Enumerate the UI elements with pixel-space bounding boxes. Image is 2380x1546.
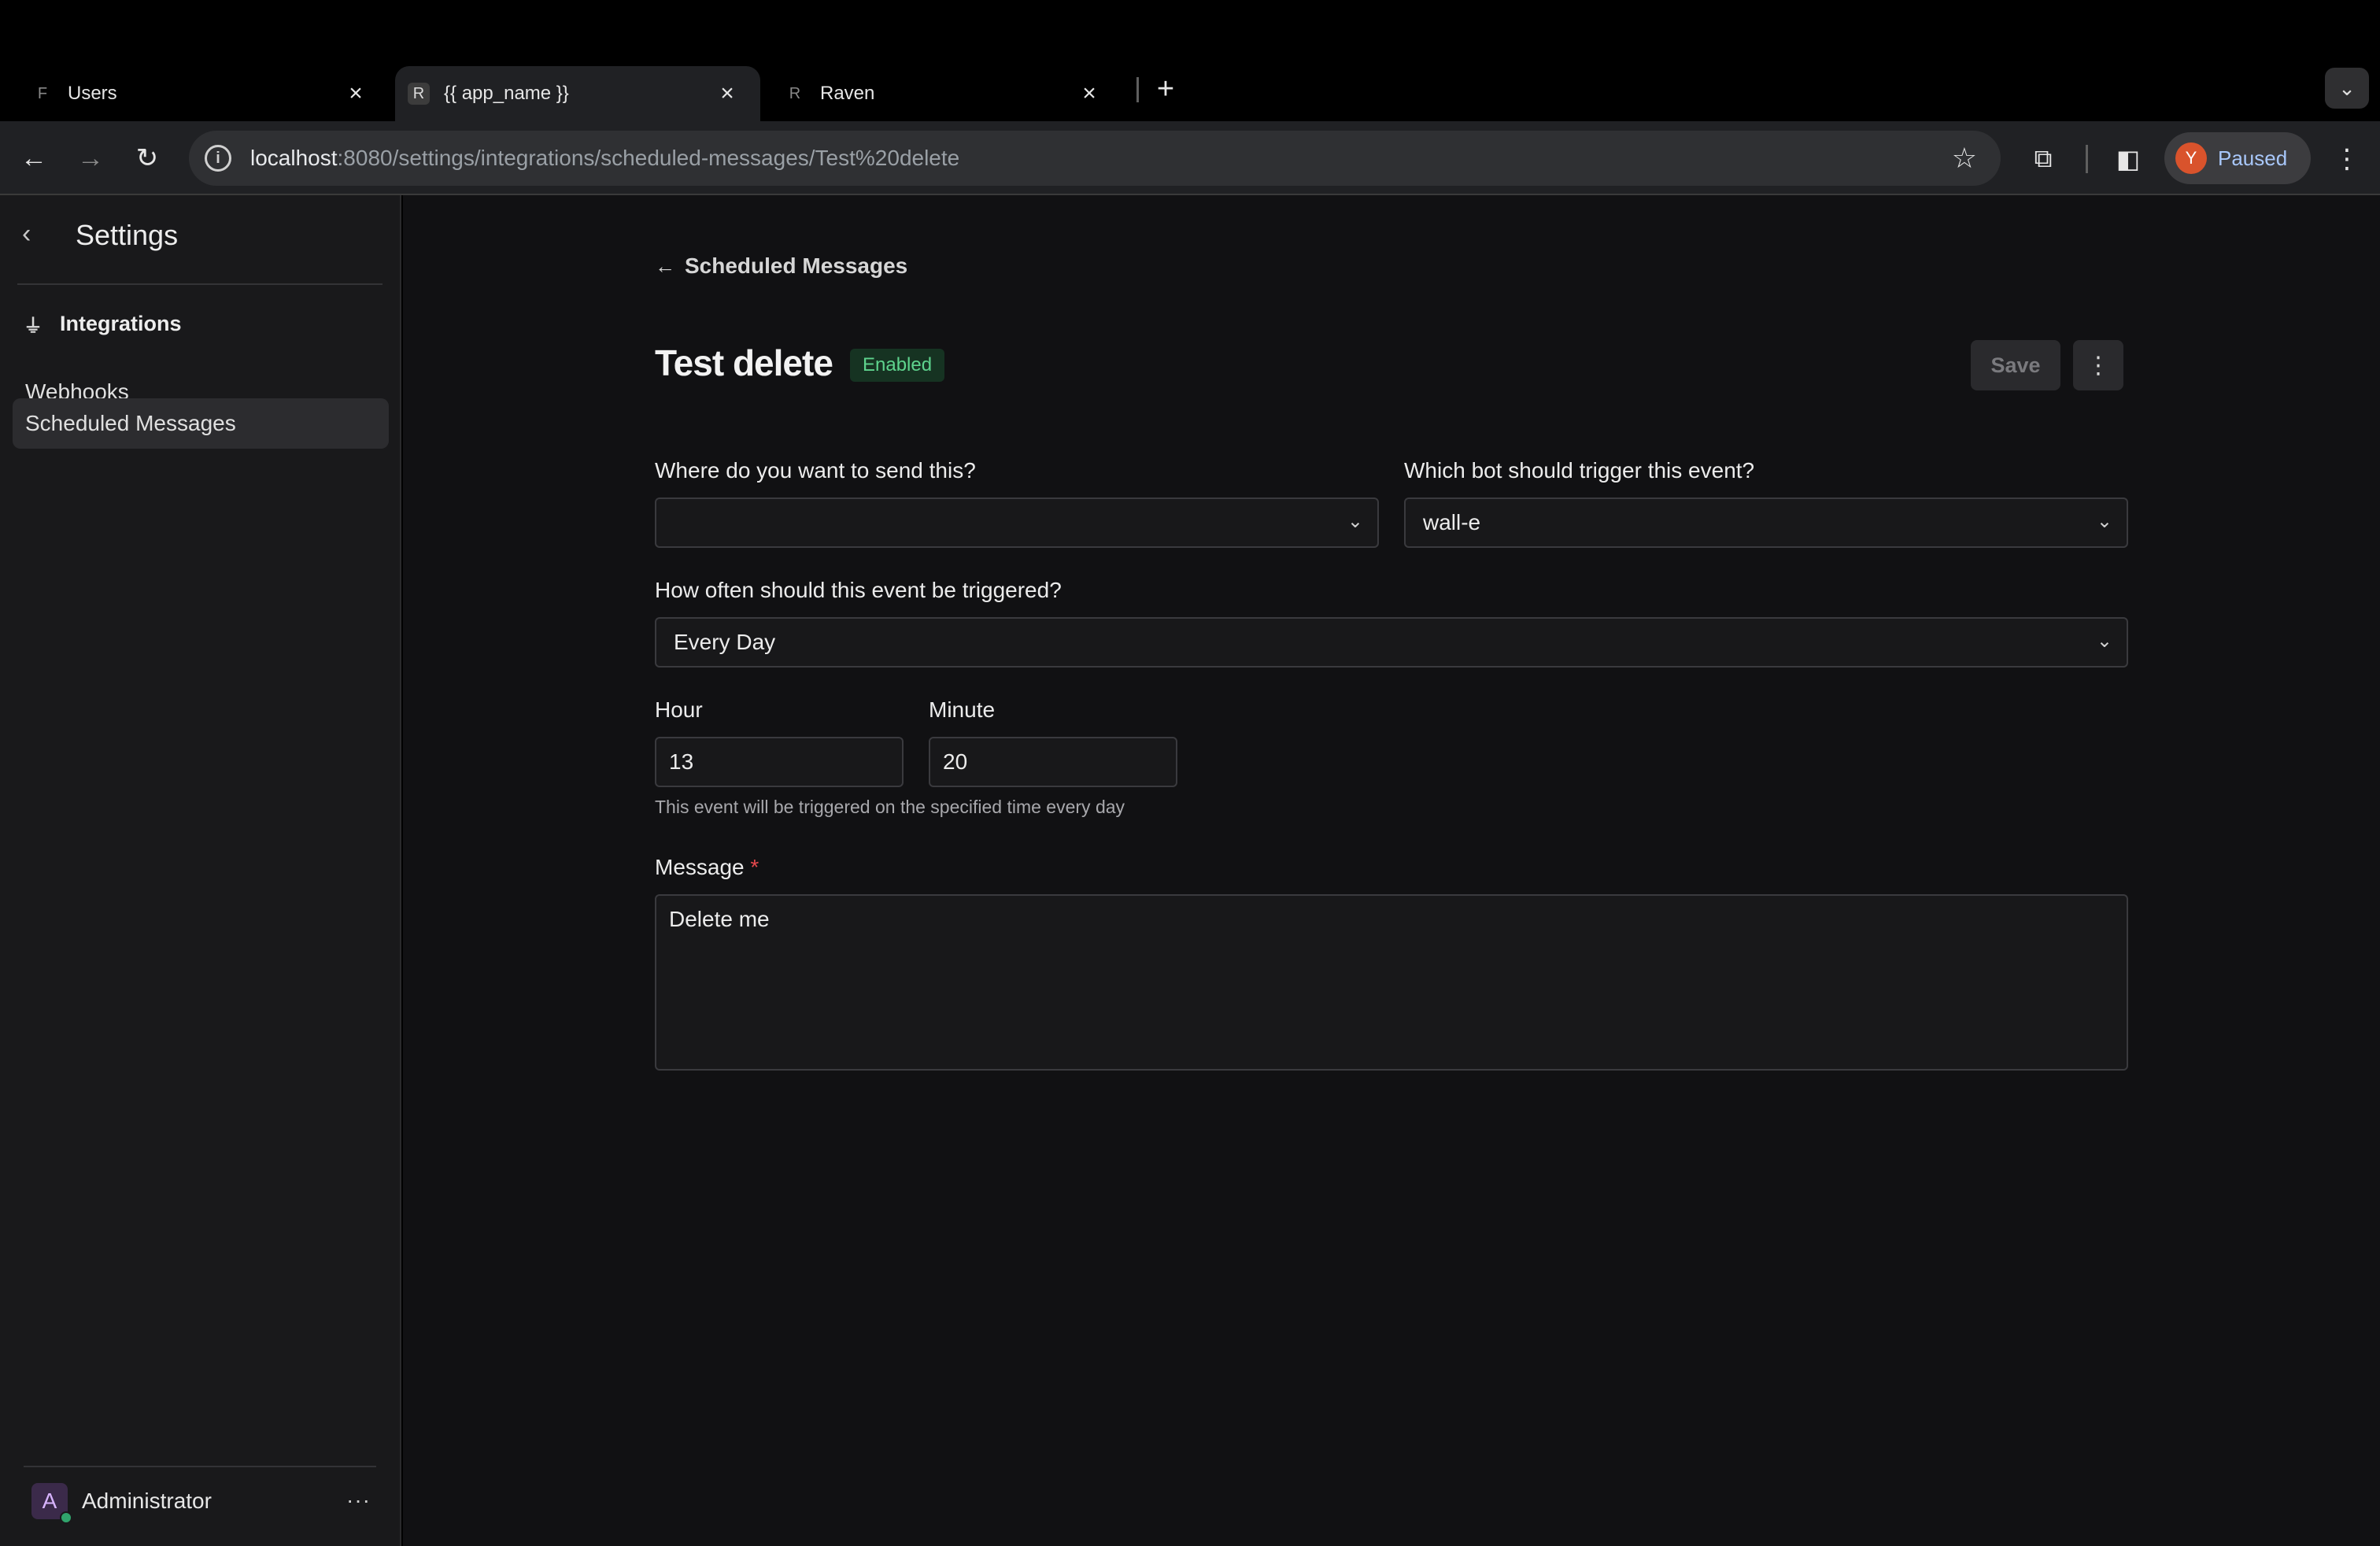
raven-icon: R [789, 84, 801, 102]
forward-arrow-icon[interactable]: → [69, 137, 112, 179]
minute-input-value: 20 [943, 749, 968, 774]
hour-input-value: 13 [669, 749, 694, 774]
url-text[interactable]: localhost:8080/settings/integrations/sch… [250, 146, 959, 171]
main-content: ← Scheduled Messages Test delete Enabled… [403, 195, 2380, 1546]
address-bar[interactable]: i localhost:8080/settings/integrations/s… [189, 131, 2001, 186]
online-status-dot [60, 1511, 72, 1524]
message-textarea-value: Delete me [669, 907, 770, 931]
arrow-left-icon: ← [655, 253, 675, 278]
browser-menu-icon[interactable]: ⋮ [2328, 140, 2366, 178]
sidebar-title: Settings [76, 219, 179, 251]
url-host: localhost [250, 146, 338, 170]
browser-toolbar: ← → ↻ i localhost:8080/settings/integrat… [0, 121, 2380, 195]
side-panel-icon[interactable]: ◧ [2109, 140, 2147, 178]
frappe-icon: F [37, 84, 48, 102]
back-to-scheduled-messages-link[interactable]: ← Scheduled Messages [655, 253, 907, 279]
chevron-left-icon[interactable]: ‹ [22, 219, 31, 250]
avatar-initial: A [42, 1489, 57, 1513]
more-actions-icon[interactable]: ⋮ [2073, 340, 2123, 390]
profile-button[interactable]: Y Paused [2164, 132, 2311, 184]
bot-select-value: wall-e [1423, 510, 1481, 534]
sidebar-footer-divider [24, 1466, 376, 1467]
avatar: A [31, 1483, 72, 1524]
sidebar-section-label: Integrations [60, 312, 182, 335]
minute-input[interactable]: 20 [929, 737, 1177, 787]
user-profile[interactable]: A Administrator [31, 1483, 212, 1524]
url-path: :8080/settings/integrations/scheduled-me… [337, 146, 960, 170]
bot-select[interactable]: wall-e ⌄ [1404, 497, 2128, 548]
raven-icon: R [408, 83, 430, 105]
tab-app-name[interactable]: R {{ app_name }} × [395, 66, 760, 121]
minute-label: Minute [929, 697, 996, 722]
profile-status: Paused [2218, 146, 2288, 170]
extensions-puzzle-icon[interactable]: ⧉ [2024, 140, 2062, 178]
close-icon[interactable]: × [1075, 80, 1103, 108]
channel-label: Where do you want to send this? [655, 458, 976, 483]
status-badge: Enabled [850, 349, 945, 382]
close-icon[interactable]: × [342, 80, 370, 108]
tab-raven[interactable]: R Raven × [771, 66, 1122, 121]
new-tab-plus-icon[interactable]: + [1149, 72, 1182, 105]
more-options-icon[interactable]: ··· [346, 1488, 371, 1513]
message-label: Message * [655, 855, 759, 880]
chevron-down-icon: ⌄ [1347, 511, 1363, 532]
tab-title: Users [68, 83, 117, 104]
sidebar-item-scheduled-messages[interactable]: Scheduled Messages [13, 398, 389, 449]
chevron-down-icon: ⌄ [2096, 631, 2112, 652]
site-info-icon[interactable]: i [205, 145, 231, 172]
chevron-down-icon: ⌄ [2096, 511, 2112, 532]
back-arrow-icon[interactable]: ← [13, 137, 55, 179]
plug-icon: ⏚ [24, 316, 42, 337]
close-icon[interactable]: × [713, 80, 741, 108]
sidebar-section-integrations: ⏚ Integrations [24, 310, 182, 338]
tab-title: {{ app_name }} [444, 83, 569, 104]
frequency-select[interactable]: Every Day ⌄ [655, 617, 2128, 668]
back-link-label: Scheduled Messages [685, 253, 908, 278]
time-hint: This event will be triggered on the spec… [655, 797, 1125, 817]
channel-select[interactable]: ⌄ [655, 497, 1379, 548]
message-textarea[interactable]: Delete me [655, 894, 2128, 1071]
hour-input[interactable]: 13 [655, 737, 904, 787]
bot-label: Which bot should trigger this event? [1404, 458, 1755, 483]
screen: F Users × R {{ app_name }} × R Raven × +… [0, 0, 2380, 1546]
hour-label: Hour [655, 697, 703, 722]
reload-icon[interactable]: ↻ [126, 137, 168, 179]
sidebar-divider [17, 283, 382, 285]
bookmark-star-icon[interactable]: ☆ [1952, 142, 1977, 175]
tab-title: Raven [820, 83, 875, 104]
toolbar-divider [2086, 145, 2088, 173]
page-title: Test delete [655, 342, 833, 383]
save-button[interactable]: Save [1971, 340, 2060, 390]
frequency-label: How often should this event be triggered… [655, 578, 1062, 602]
message-label-text: Message [655, 855, 745, 879]
tab-users[interactable]: F Users × [0, 66, 389, 121]
profile-avatar: Y [2175, 142, 2207, 174]
browser-tab-strip: F Users × R {{ app_name }} × R Raven × +… [0, 0, 2380, 121]
user-name: Administrator [82, 1489, 212, 1513]
tab-divider [1136, 77, 1139, 102]
sidebar-item-label: Scheduled Messages [25, 411, 236, 435]
frequency-select-value: Every Day [674, 630, 776, 654]
settings-sidebar: ‹ Settings ⏚ Integrations Webhooks Sched… [0, 195, 401, 1546]
tab-search-chevron-icon[interactable]: ⌄ [2325, 68, 2369, 109]
required-asterisk: * [750, 855, 759, 879]
